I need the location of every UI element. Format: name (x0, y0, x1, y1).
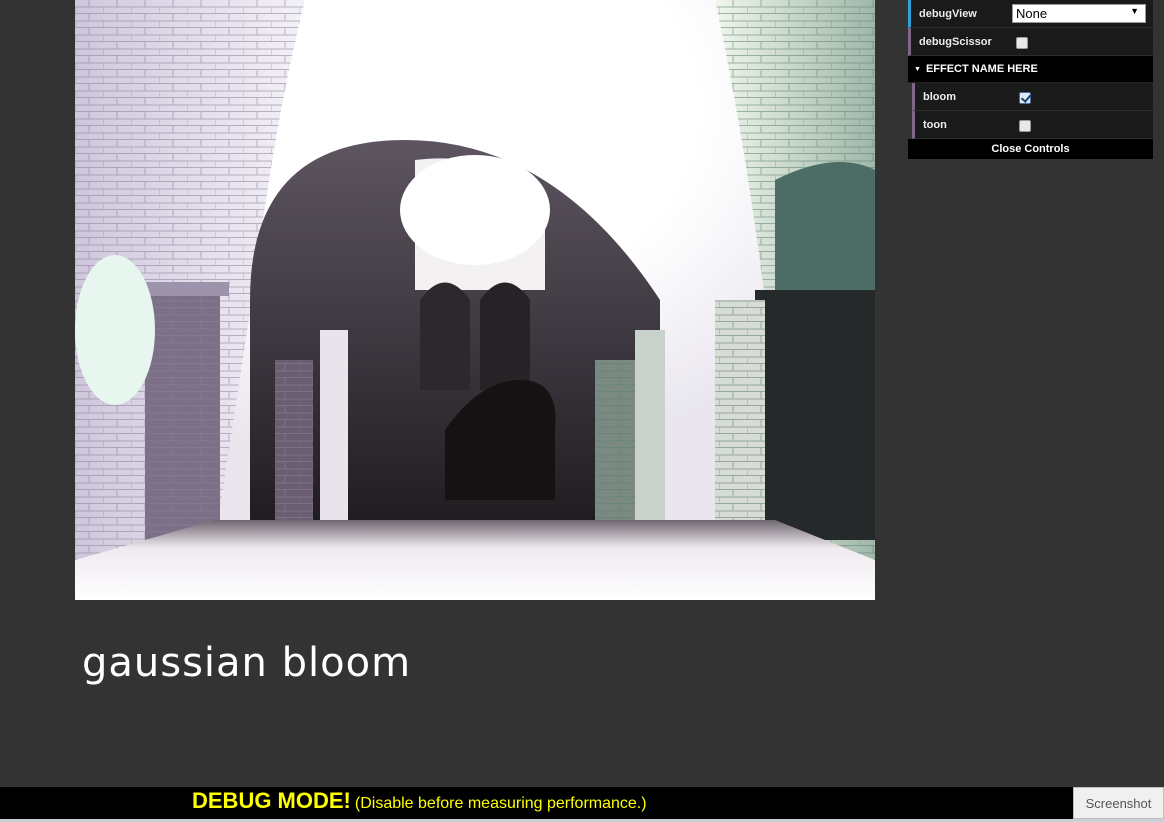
debug-scissor-checkbox[interactable] (1016, 37, 1028, 49)
folder-expand-icon: ▼ (914, 65, 921, 73)
effect-folder-toggle[interactable]: ▼ EFFECT NAME HERE (908, 56, 1153, 83)
render-canvas[interactable] (75, 0, 875, 600)
debug-mode-note: (Disable before measuring performance.) (354, 795, 647, 812)
screenshot-button[interactable]: Screenshot (1073, 787, 1164, 819)
bloom-checkbox[interactable] (1019, 92, 1031, 104)
page-caption: gaussian bloom (82, 640, 412, 686)
debug-view-row: debugView None ▼ (908, 0, 1153, 28)
bloom-label: bloom (923, 90, 956, 103)
toon-label: toon (923, 118, 947, 131)
debug-scissor-label: debugScissor (919, 35, 992, 48)
toon-row: toon (912, 111, 1153, 139)
close-controls-button[interactable]: Close Controls (908, 139, 1153, 159)
bloom-scene-image (75, 0, 875, 600)
debug-message: DEBUG MODE! (Disable before measuring per… (192, 788, 647, 814)
bloom-row: bloom (912, 83, 1153, 111)
debug-scissor-row: debugScissor (908, 28, 1153, 56)
dropdown-arrow-icon: ▼ (1130, 6, 1139, 16)
debug-view-label: debugView (919, 7, 977, 20)
debug-banner: DEBUG MODE! (Disable before measuring per… (0, 787, 1164, 822)
effect-folder-title: EFFECT NAME HERE (925, 63, 1038, 75)
debug-mode-label: DEBUG MODE! (192, 788, 351, 813)
debug-view-select[interactable]: None ▼ (1012, 4, 1146, 23)
controls-panel: debugView None ▼ debugScissor ▼ EFFECT N… (908, 0, 1153, 159)
toon-checkbox[interactable] (1019, 120, 1031, 132)
debug-view-value: None (1016, 6, 1048, 21)
